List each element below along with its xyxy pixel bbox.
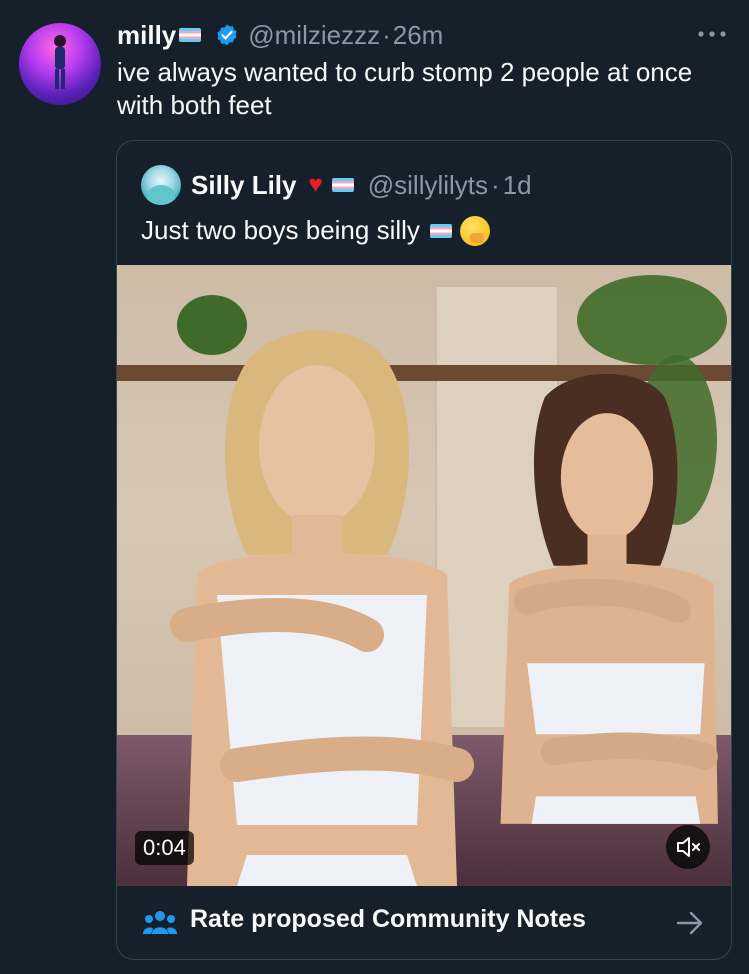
video-person-left bbox=[170, 330, 474, 886]
quote-text: Just two boys being silly bbox=[141, 215, 420, 245]
people-icon bbox=[143, 911, 177, 934]
community-notes-bar[interactable]: Rate proposed Community Notes bbox=[117, 886, 731, 959]
avatar-figure bbox=[54, 35, 66, 89]
more-options-icon[interactable] bbox=[695, 24, 729, 44]
arrow-right-icon[interactable] bbox=[675, 910, 705, 936]
quote-text-row: Just two boys being silly bbox=[141, 215, 490, 246]
quote-author-avatar[interactable] bbox=[141, 165, 181, 205]
verified-badge-icon bbox=[217, 24, 237, 46]
quote-time[interactable]: 1d bbox=[503, 170, 532, 201]
author-avatar[interactable] bbox=[19, 23, 101, 105]
community-notes-label[interactable]: Rate proposed Community Notes bbox=[190, 905, 586, 934]
quote-header: Silly Lily ♥ @sillylilyts · 1d bbox=[141, 165, 532, 205]
author-handle[interactable]: @milziezzz bbox=[248, 20, 380, 51]
mute-speaker-icon bbox=[677, 837, 700, 857]
tweet-time[interactable]: 26m bbox=[393, 20, 444, 51]
trans-flag-icon bbox=[429, 223, 452, 238]
video-player[interactable]: 0:04 bbox=[117, 265, 731, 886]
header-separator: · bbox=[382, 19, 391, 50]
quote-author-handle[interactable]: @sillylilyts bbox=[368, 170, 488, 201]
quote-author-name[interactable]: Silly Lily bbox=[191, 170, 297, 201]
mute-button[interactable] bbox=[666, 825, 710, 869]
face-with-hand-over-mouth-emoji-icon bbox=[459, 215, 490, 246]
video-person-right bbox=[500, 373, 718, 824]
red-heart-icon: ♥ bbox=[308, 171, 323, 198]
quoted-tweet[interactable]: Silly Lily ♥ @sillylilyts · 1d Just two … bbox=[116, 140, 732, 960]
video-duration: 0:04 bbox=[135, 831, 194, 865]
quote-header-separator: · bbox=[491, 169, 500, 200]
tweet-text: ive always wanted to curb stomp 2 people… bbox=[117, 57, 693, 120]
tweet-header: milly @milziezzz · 26m bbox=[117, 18, 443, 52]
trans-flag-icon bbox=[331, 178, 354, 192]
trans-flag-icon bbox=[179, 28, 202, 42]
author-name[interactable]: milly bbox=[117, 20, 176, 51]
